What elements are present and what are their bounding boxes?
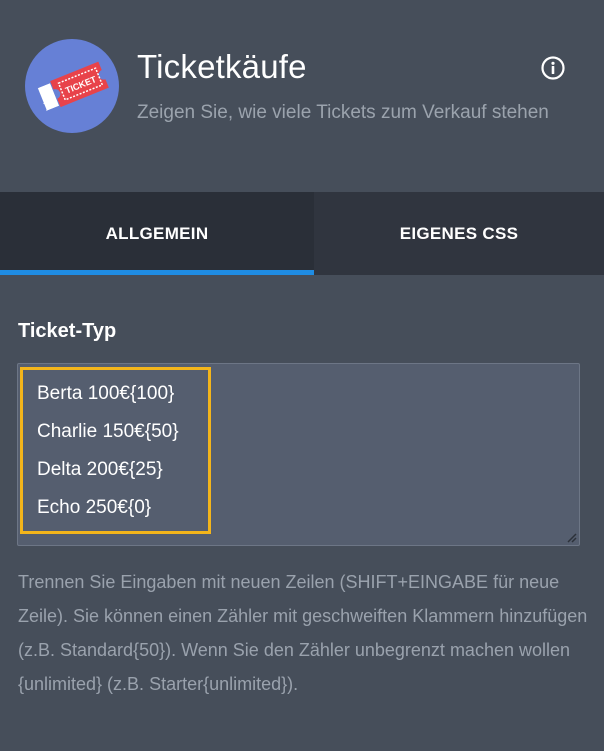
ticket-icon: TICKET bbox=[36, 61, 109, 111]
tab-eigenes-css[interactable]: EIGENES CSS bbox=[314, 192, 604, 275]
info-icon[interactable] bbox=[540, 55, 566, 81]
widget-title: Ticketkäufe bbox=[137, 48, 307, 85]
settings-panel: Ticket-Typ Berta 100€{100} Charlie 150€{… bbox=[0, 275, 604, 751]
tab-allgemein-label: ALLGEMEIN bbox=[105, 223, 209, 243]
resize-grip-icon[interactable] bbox=[565, 531, 577, 543]
ticket-line: Berta 100€{100} bbox=[37, 383, 175, 404]
ticket-type-label: Ticket-Typ bbox=[18, 320, 117, 342]
ticket-type-textarea[interactable]: Berta 100€{100} Charlie 150€{50} Delta 2… bbox=[17, 363, 580, 546]
widget-header: TICKET Ticketkäufe Zeigen Sie, wie viele… bbox=[0, 0, 604, 192]
ticket-avatar: TICKET bbox=[25, 39, 119, 133]
ticket-type-lines: Berta 100€{100} Charlie 150€{50} Delta 2… bbox=[37, 375, 179, 527]
ticket-line: Delta 200€{25} bbox=[37, 459, 163, 480]
widget-subtitle: Zeigen Sie, wie viele Tickets zum Verkau… bbox=[137, 102, 549, 123]
tab-bar: ALLGEMEIN EIGENES CSS bbox=[0, 192, 604, 275]
tab-eigenes-css-label: EIGENES CSS bbox=[399, 223, 519, 243]
help-text: Trennen Sie Eingaben mit neuen Zeilen (S… bbox=[18, 572, 588, 694]
ticket-line: Echo 250€{0} bbox=[37, 497, 152, 518]
ticket-line: Charlie 150€{50} bbox=[37, 421, 179, 442]
tab-allgemein[interactable]: ALLGEMEIN bbox=[0, 192, 314, 275]
